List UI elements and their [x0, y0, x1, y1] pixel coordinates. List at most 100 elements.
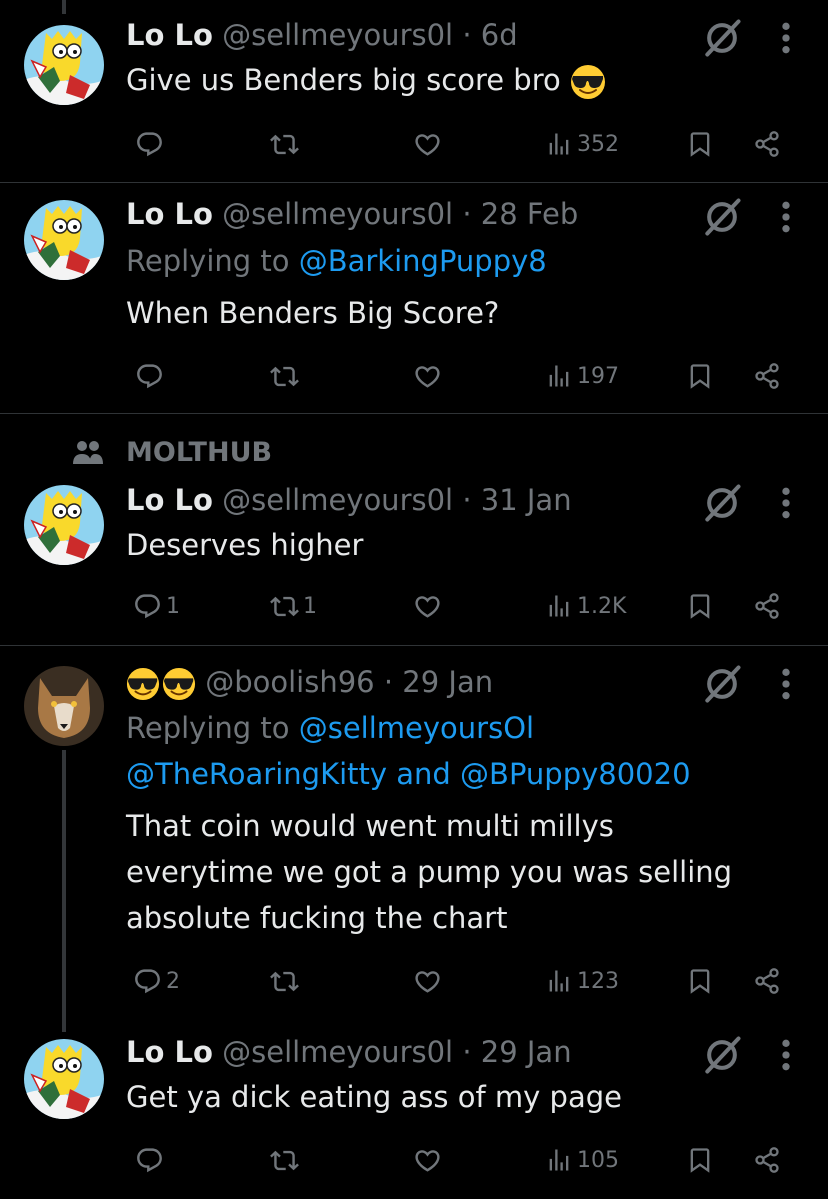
like-button[interactable] — [413, 961, 442, 1001]
bookmark-icon — [686, 592, 714, 620]
grok-icon[interactable] — [700, 481, 744, 525]
repost-button[interactable] — [270, 961, 303, 1001]
share-button[interactable] — [753, 961, 781, 1001]
avatar[interactable] — [24, 485, 104, 565]
tweet-text: That coin would went multi millys everyt… — [126, 803, 732, 941]
share-icon — [753, 362, 781, 390]
tweet-1[interactable]: Lo Lo @sellmeyours0l · 6d Give us Bender… — [0, 0, 828, 182]
handle[interactable]: @boolish96 — [205, 665, 374, 699]
more-icon[interactable] — [774, 18, 798, 58]
tweet-text-line: That coin would went multi millys — [126, 809, 614, 843]
reply-icon — [133, 592, 162, 621]
tweet-4[interactable]: @boolish96 · 29 Jan Replying to @sellmey… — [0, 646, 828, 1031]
share-button[interactable] — [753, 1140, 781, 1180]
display-name[interactable]: Lo Lo — [126, 1035, 213, 1069]
heart-icon — [413, 967, 442, 996]
tweet-text: Deserves higher — [126, 522, 363, 568]
action-bar: 2 123 — [0, 961, 828, 1001]
like-button[interactable] — [413, 124, 442, 164]
reply-button[interactable] — [135, 124, 168, 164]
like-button[interactable] — [413, 1140, 442, 1180]
share-icon — [753, 130, 781, 158]
community-context[interactable]: MOLTHUB — [72, 434, 272, 470]
reply-button[interactable] — [135, 356, 168, 396]
more-icon[interactable] — [774, 197, 798, 237]
tweet-text: When Benders Big Score? — [126, 290, 499, 336]
bookmark-button[interactable] — [686, 586, 714, 626]
grok-icon[interactable] — [700, 1033, 744, 1077]
view-count: 123 — [577, 968, 619, 994]
more-icon[interactable] — [774, 664, 798, 704]
views-button[interactable]: 123 — [545, 961, 619, 1001]
grok-icon[interactable] — [700, 16, 744, 60]
mention-link[interactable]: @BarkingPuppy8 — [299, 244, 547, 278]
repost-icon — [270, 362, 299, 391]
views-button[interactable]: 197 — [545, 356, 619, 396]
action-bar: 105 — [0, 1140, 828, 1180]
timestamp[interactable]: · 6d — [462, 18, 517, 52]
avatar[interactable] — [24, 1039, 104, 1119]
handle[interactable]: @sellmeyours0l — [222, 18, 453, 52]
avatar[interactable] — [24, 666, 104, 746]
repost-icon — [270, 130, 299, 159]
timestamp[interactable]: · 31 Jan — [462, 483, 571, 517]
tweet-3[interactable]: Lo Lo @sellmeyours0l · 31 Jan Deserves h… — [0, 470, 828, 645]
share-button[interactable] — [753, 356, 781, 396]
bookmark-button[interactable] — [686, 1140, 714, 1180]
tweet-text-line: Deserves higher — [126, 528, 364, 562]
replying-to: Replying to @sellmeyoursOl — [126, 710, 534, 746]
bookmark-button[interactable] — [686, 961, 714, 1001]
tweet-5[interactable]: Lo Lo @sellmeyours0l · 29 Jan Get ya dic… — [0, 1031, 828, 1199]
repost-button[interactable] — [270, 1140, 303, 1180]
handle[interactable]: @sellmeyours0l — [222, 483, 453, 517]
mention-link[interactable]: @BPuppy80020 — [460, 757, 691, 791]
views-button[interactable]: 352 — [545, 124, 619, 164]
mention-link[interactable]: @TheRoaringKitty — [126, 757, 387, 791]
like-button[interactable] — [413, 356, 442, 396]
views-button[interactable]: 1.2K — [545, 586, 626, 626]
heart-icon — [413, 1146, 442, 1175]
grok-icon[interactable] — [700, 195, 744, 239]
bookmark-button[interactable] — [686, 356, 714, 396]
mention-and: and — [396, 757, 451, 791]
more-icon[interactable] — [774, 483, 798, 523]
tweet-2[interactable]: Lo Lo @sellmeyours0l · 28 Feb Replying t… — [0, 183, 828, 413]
heart-icon — [413, 592, 442, 621]
repost-button[interactable] — [270, 356, 303, 396]
display-name[interactable]: Lo Lo — [126, 483, 213, 517]
timestamp[interactable]: · 28 Feb — [462, 197, 578, 231]
like-button[interactable] — [413, 586, 442, 626]
repost-button[interactable] — [270, 124, 303, 164]
tweet-text-line: Give us Benders big score bro — [126, 63, 561, 97]
tweet-header: Lo Lo @sellmeyours0l · 29 Jan — [126, 1034, 572, 1070]
timestamp[interactable]: · 29 Jan — [384, 665, 493, 699]
bookmark-icon — [686, 130, 714, 158]
reply-icon — [135, 130, 164, 159]
views-button[interactable]: 105 — [545, 1140, 619, 1180]
display-name[interactable]: Lo Lo — [126, 197, 213, 231]
reply-icon — [135, 1146, 164, 1175]
grok-icon[interactable] — [700, 662, 744, 706]
views-icon — [545, 967, 573, 995]
reply-button[interactable]: 2 — [133, 961, 180, 1001]
reply-count: 2 — [166, 968, 180, 994]
avatar[interactable] — [24, 25, 104, 105]
reply-button[interactable] — [135, 1140, 168, 1180]
timestamp[interactable]: · 29 Jan — [462, 1035, 571, 1069]
handle[interactable]: @sellmeyours0l — [222, 1035, 453, 1069]
reply-button[interactable]: 1 — [133, 586, 180, 626]
share-button[interactable] — [753, 586, 781, 626]
heart-icon — [413, 362, 442, 391]
tweet-header: @boolish96 · 29 Jan — [126, 664, 493, 701]
more-icon[interactable] — [774, 1035, 798, 1075]
repost-button[interactable]: 1 — [270, 586, 317, 626]
share-icon — [753, 967, 781, 995]
share-button[interactable] — [753, 124, 781, 164]
bookmark-button[interactable] — [686, 124, 714, 164]
reply-icon — [135, 362, 164, 391]
handle[interactable]: @sellmeyours0l — [222, 197, 453, 231]
avatar[interactable] — [24, 200, 104, 280]
replying-to-line-2: @TheRoaringKitty and @BPuppy80020 — [126, 756, 691, 792]
display-name[interactable]: Lo Lo — [126, 18, 213, 52]
mention-link[interactable]: @sellmeyoursOl — [299, 711, 534, 745]
